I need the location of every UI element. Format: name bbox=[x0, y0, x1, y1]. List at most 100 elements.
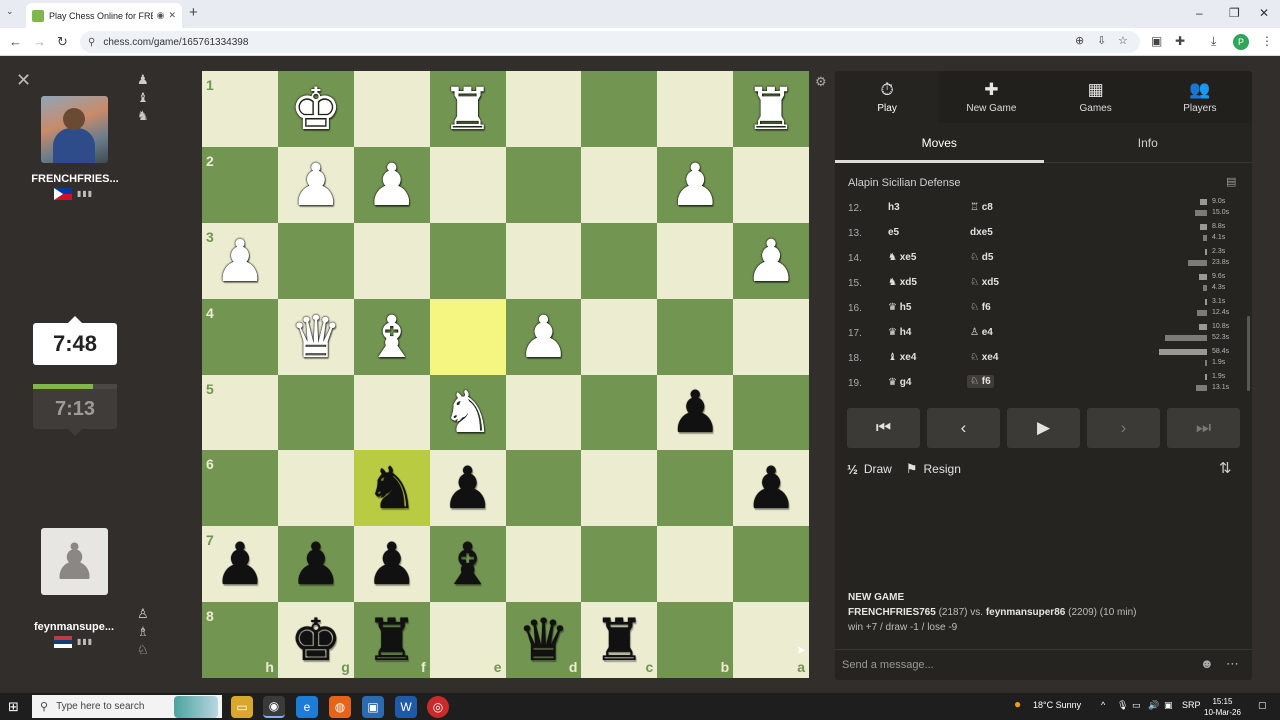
square-e4[interactable] bbox=[429, 298, 506, 375]
black-bishop-piece[interactable]: ♝ bbox=[442, 535, 494, 593]
black-knight-piece[interactable]: ♞ bbox=[366, 459, 418, 517]
square-d6[interactable] bbox=[505, 450, 582, 527]
white-move[interactable]: e5 bbox=[888, 227, 899, 238]
white-move[interactable]: ♛ h4 bbox=[888, 327, 911, 338]
square-f7[interactable]: ♟ bbox=[353, 526, 430, 603]
board-settings-gear-icon[interactable]: ⚙ bbox=[815, 74, 827, 90]
square-d8[interactable]: d ♛ bbox=[505, 602, 582, 678]
white-pawn-piece[interactable]: ♟ bbox=[290, 156, 342, 214]
white-queen-piece[interactable]: ♛ bbox=[290, 308, 342, 366]
mic-icon[interactable]: 🎙 bbox=[1117, 700, 1128, 711]
black-move[interactable]: ♘ xd5 bbox=[970, 277, 999, 288]
forward-icon[interactable]: → bbox=[33, 34, 46, 49]
square-d4[interactable]: ♟ bbox=[505, 298, 582, 375]
black-queen-piece[interactable]: ♛ bbox=[517, 611, 569, 669]
square-g8[interactable]: g ♚ bbox=[277, 602, 354, 678]
square-a5[interactable] bbox=[733, 374, 809, 451]
square-d2[interactable] bbox=[505, 146, 582, 223]
black-pawn-piece[interactable]: ♟ bbox=[669, 383, 721, 441]
tab-audio-icon[interactable]: ◉ bbox=[157, 10, 165, 21]
square-b5[interactable]: ♟ bbox=[657, 374, 734, 451]
white-knight-piece[interactable]: ♞ bbox=[442, 383, 494, 441]
emoji-icon[interactable]: ☻ bbox=[1200, 656, 1214, 671]
square-a7[interactable] bbox=[733, 526, 809, 603]
black-pawn-piece[interactable]: ♟ bbox=[366, 535, 418, 593]
tab-moves[interactable]: Moves bbox=[835, 127, 1044, 163]
white-pawn-piece[interactable]: ♟ bbox=[669, 156, 721, 214]
black-move[interactable]: ♘ f6 bbox=[967, 375, 994, 388]
firefox-icon[interactable]: ◍ bbox=[329, 696, 351, 718]
white-pawn-piece[interactable]: ♟ bbox=[745, 232, 797, 290]
menu-icon[interactable]: ⋮ bbox=[1261, 34, 1273, 48]
tab-play[interactable]: ⏱ Play bbox=[835, 71, 940, 123]
square-e1[interactable]: ♜ bbox=[429, 71, 506, 147]
black-pawn-piece[interactable]: ♟ bbox=[214, 535, 266, 593]
flip-board-icon[interactable]: ⇅ bbox=[1219, 459, 1232, 477]
edge-icon[interactable]: e bbox=[296, 696, 318, 718]
chat-input[interactable]: Send a message... bbox=[835, 649, 1252, 680]
square-b4[interactable] bbox=[657, 298, 734, 375]
top-player-avatar[interactable] bbox=[41, 96, 108, 163]
square-g3[interactable] bbox=[277, 222, 354, 299]
square-e2[interactable] bbox=[429, 146, 506, 223]
black-pawn-piece[interactable]: ♟ bbox=[290, 535, 342, 593]
square-a2[interactable] bbox=[733, 146, 809, 223]
more-options-icon[interactable]: ⋯ bbox=[1226, 656, 1239, 672]
tab-search-icon[interactable]: ⌄ bbox=[6, 6, 14, 17]
square-h3[interactable]: 3 ♟ bbox=[202, 222, 278, 299]
square-e3[interactable] bbox=[429, 222, 506, 299]
play-button[interactable]: ▶ bbox=[1007, 408, 1080, 448]
tab-players[interactable]: 👥 Players bbox=[1148, 71, 1252, 123]
square-b2[interactable]: ♟ bbox=[657, 146, 734, 223]
last-move-button[interactable]: ⏭ bbox=[1167, 408, 1240, 448]
square-g6[interactable] bbox=[277, 450, 354, 527]
reading-list-icon[interactable]: ▣ bbox=[1151, 34, 1162, 48]
volume-icon[interactable]: 🔊 bbox=[1148, 700, 1159, 711]
black-pawn-piece[interactable]: ♟ bbox=[442, 459, 494, 517]
square-g4[interactable]: ♛ bbox=[277, 298, 354, 375]
square-f6[interactable]: ♞ bbox=[353, 450, 430, 527]
square-a1[interactable]: ♜ bbox=[733, 71, 809, 147]
white-king-piece[interactable]: ♚ bbox=[290, 80, 342, 138]
square-a3[interactable]: ♟ bbox=[733, 222, 809, 299]
downloads-icon[interactable]: ⤓ bbox=[1211, 34, 1216, 49]
square-c3[interactable] bbox=[581, 222, 658, 299]
square-d7[interactable] bbox=[505, 526, 582, 603]
move-list-scrollbar[interactable] bbox=[1247, 316, 1250, 391]
square-h2[interactable]: 2 bbox=[202, 146, 278, 223]
square-d1[interactable] bbox=[505, 71, 582, 147]
search-highlight-icon[interactable] bbox=[174, 696, 218, 718]
camera-icon[interactable]: ▭ bbox=[1132, 700, 1141, 711]
weather-text[interactable]: 18°C Sunny bbox=[1033, 700, 1081, 710]
square-h1[interactable]: 1 bbox=[202, 71, 278, 147]
square-c2[interactable] bbox=[581, 146, 658, 223]
white-pawn-piece[interactable]: ♟ bbox=[214, 232, 266, 290]
clock-date[interactable]: 15:15 10-Mar-26 bbox=[1204, 696, 1241, 718]
square-f8[interactable]: f ♜ bbox=[353, 602, 430, 678]
white-move[interactable]: h3 bbox=[888, 202, 900, 213]
black-move[interactable]: ♖ c8 bbox=[970, 202, 993, 213]
black-move[interactable]: ♙ e4 bbox=[970, 327, 993, 338]
tab-games[interactable]: ▦ Games bbox=[1044, 71, 1148, 123]
extensions-icon[interactable]: ✚ bbox=[1175, 34, 1185, 48]
tab-info[interactable]: Info bbox=[1044, 127, 1253, 162]
minimize-icon[interactable]: – bbox=[1196, 6, 1203, 20]
url-field[interactable]: ⚲ chess.com/game/165761334398 bbox=[80, 31, 1140, 53]
notifications-icon[interactable]: ▢ bbox=[1258, 700, 1267, 711]
reload-icon[interactable]: ↻ bbox=[57, 34, 68, 50]
previous-move-button[interactable]: ‹ bbox=[927, 408, 1000, 448]
install-icon[interactable]: ⇩ bbox=[1097, 34, 1106, 47]
app-icon[interactable]: ◎ bbox=[427, 696, 449, 718]
square-e5[interactable]: ♞ bbox=[429, 374, 506, 451]
black-rook-piece[interactable]: ♜ bbox=[593, 611, 645, 669]
square-f5[interactable] bbox=[353, 374, 430, 451]
black-pawn-piece[interactable]: ♟ bbox=[745, 459, 797, 517]
white-rook-piece[interactable]: ♜ bbox=[745, 80, 797, 138]
square-b1[interactable] bbox=[657, 71, 734, 147]
square-a8[interactable]: a bbox=[733, 602, 809, 678]
square-h4[interactable]: 4 bbox=[202, 298, 278, 375]
square-f3[interactable] bbox=[353, 222, 430, 299]
chess-board[interactable]: 1 ♚ ♜ ♜ 2 ♟ ♟ ♟ 3 ♟ ♟ 4 ♛ ♝ ♟ 5 ♞ ♟ 6 ♞ ♟ ♟ 7 ♟ ♟ ♟ ♝ 8 h g ♚ f ♜ e d ♛ c ♜ b a bbox=[202, 71, 809, 678]
square-h6[interactable]: 6 bbox=[202, 450, 278, 527]
back-icon[interactable]: ← bbox=[9, 34, 22, 49]
